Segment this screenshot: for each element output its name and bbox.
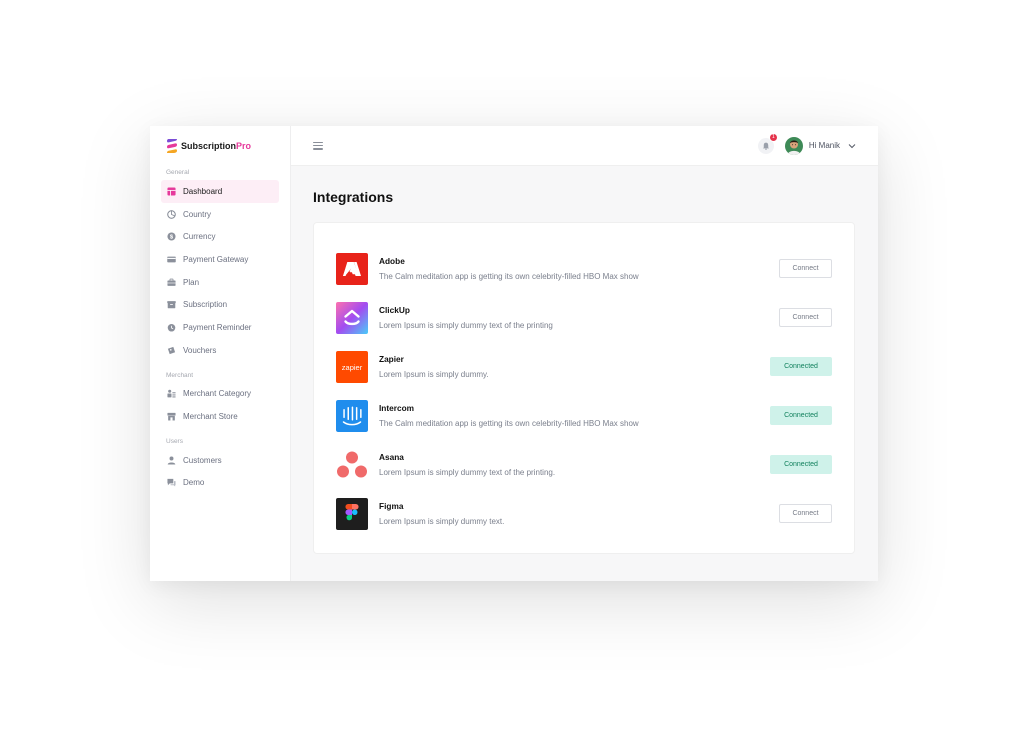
box-icon — [166, 300, 176, 310]
top-bar: 1 Hi Manik — [291, 126, 878, 166]
svg-text:zapier: zapier — [342, 363, 363, 372]
notification-badge: 1 — [768, 132, 778, 142]
user-area: 1 Hi Manik — [757, 132, 856, 155]
hamburger-menu-icon[interactable] — [313, 141, 323, 150]
integration-name: Figma — [379, 501, 404, 511]
notification-button[interactable]: 1 — [757, 132, 778, 154]
clock-icon — [166, 322, 176, 332]
sidebar-item-subscription[interactable]: Subscription — [161, 293, 279, 316]
integration-description: Lorem Ipsum is simply dummy. — [379, 370, 489, 379]
sidebar-item-label: Currency — [183, 232, 216, 242]
integration-row-zapier: zapier Zapier Lorem Ipsum is simply dumm… — [336, 342, 832, 391]
integration-row-clickup: ClickUp Lorem Ipsum is simply dummy text… — [336, 293, 832, 342]
sidebar-item-label: Payment Reminder — [183, 322, 252, 332]
bell-icon — [762, 142, 769, 150]
connected-button-asana[interactable]: Connected — [770, 455, 832, 474]
avatar[interactable] — [784, 136, 803, 155]
integration-description: Lorem Ipsum is simply dummy text. — [379, 517, 505, 526]
integration-description: Lorem Ipsum is simply dummy text of the … — [379, 321, 553, 330]
integration-row-asana: Asana Lorem Ipsum is simply dummy text o… — [336, 440, 832, 489]
sidebar-item-label: Dashboard — [183, 186, 223, 196]
dollar-icon: $ — [166, 232, 176, 242]
sidebar-item-label: Country — [183, 209, 212, 219]
sidebar-item-payment-gateway[interactable]: Payment Gateway — [161, 248, 279, 271]
section-label-merchant: Merchant — [166, 371, 194, 379]
sidebar-item-label: Merchant Category — [183, 389, 252, 399]
sidebar-item-label: Plan — [183, 277, 200, 287]
sidebar-item-demo[interactable]: Demo — [161, 472, 279, 495]
integration-row-figma: Figma Lorem Ipsum is simply dummy text. … — [336, 489, 832, 538]
integration-name: Adobe — [379, 256, 405, 266]
page-title: Integrations — [313, 189, 394, 205]
category-icon — [166, 389, 176, 399]
adobe-logo-icon — [336, 252, 368, 285]
integration-name: Zapier — [379, 354, 404, 364]
connect-button-adobe[interactable]: Connect — [779, 259, 832, 278]
asana-logo-icon — [336, 448, 368, 481]
brand-logo[interactable]: Subscription Pro — [166, 138, 279, 154]
connect-button-clickup[interactable]: Connect — [779, 308, 832, 327]
figma-logo-icon — [336, 497, 368, 530]
dashboard-icon — [166, 186, 176, 196]
sidebar: Subscription Pro General Dashboard Countr… — [150, 126, 291, 581]
card-icon — [166, 254, 176, 264]
chevron-down-icon[interactable] — [848, 142, 856, 150]
integration-name: ClickUp — [379, 305, 410, 315]
globe-icon — [166, 209, 176, 219]
sidebar-item-plan[interactable]: Plan — [161, 271, 279, 294]
briefcase-icon — [166, 277, 176, 287]
integrations-card: Adobe The Calm meditation app is getting… — [313, 222, 855, 554]
integration-name: Intercom — [379, 403, 415, 413]
sidebar-item-merchant-category[interactable]: Merchant Category — [161, 383, 279, 406]
store-icon — [166, 412, 176, 422]
sidebar-item-label: Vouchers — [183, 345, 217, 355]
integration-description: The Calm meditation app is getting its o… — [379, 272, 639, 281]
sidebar-item-payment-reminder[interactable]: Payment Reminder — [161, 316, 279, 339]
connected-button-intercom[interactable]: Connected — [770, 406, 832, 425]
chat-icon — [166, 478, 176, 488]
intercom-logo-icon — [336, 399, 368, 432]
integration-description: Lorem Ipsum is simply dummy text of the … — [379, 468, 556, 477]
section-label-general: General — [166, 169, 190, 176]
brand-name: Subscription — [181, 141, 237, 151]
sidebar-item-label: Payment Gateway — [183, 254, 249, 264]
sidebar-item-label: Subscription — [183, 300, 228, 310]
integration-row-intercom: Intercom The Calm meditation app is gett… — [336, 391, 832, 440]
subscriptionpro-logo-icon — [167, 139, 177, 153]
connect-button-figma[interactable]: Connect — [779, 504, 832, 523]
sidebar-item-country[interactable]: Country — [161, 203, 279, 226]
zapier-logo-icon: zapier — [336, 350, 368, 383]
brand-suffix: Pro — [236, 141, 252, 151]
main-area: 1 Hi Manik Integrations Adobe The Calm m… — [291, 126, 878, 581]
sidebar-item-merchant-store[interactable]: Merchant Store — [161, 405, 279, 428]
sidebar-item-currency[interactable]: $ Currency — [161, 225, 279, 248]
sidebar-item-label: Customers — [183, 455, 222, 465]
sidebar-item-label: Demo — [183, 478, 205, 488]
sidebar-item-customers[interactable]: Customers — [161, 449, 279, 472]
app-window: Subscription Pro General Dashboard Countr… — [150, 126, 878, 581]
section-label-users: Users — [166, 437, 183, 445]
sidebar-item-label: Merchant Store — [183, 412, 238, 422]
user-greeting[interactable]: Hi Manik — [809, 141, 840, 150]
integration-row-adobe: Adobe The Calm meditation app is getting… — [336, 244, 832, 293]
integration-name: Asana — [379, 452, 404, 462]
ticket-icon — [166, 345, 176, 355]
integration-description: The Calm meditation app is getting its o… — [379, 419, 639, 428]
sidebar-item-dashboard[interactable]: Dashboard — [161, 180, 279, 203]
content: Integrations Adobe The Calm meditation a… — [291, 166, 878, 554]
sidebar-item-vouchers[interactable]: Vouchers — [161, 339, 279, 362]
connected-button-zapier[interactable]: Connected — [770, 357, 832, 376]
user-icon — [166, 455, 176, 465]
clickup-logo-icon — [336, 301, 368, 334]
